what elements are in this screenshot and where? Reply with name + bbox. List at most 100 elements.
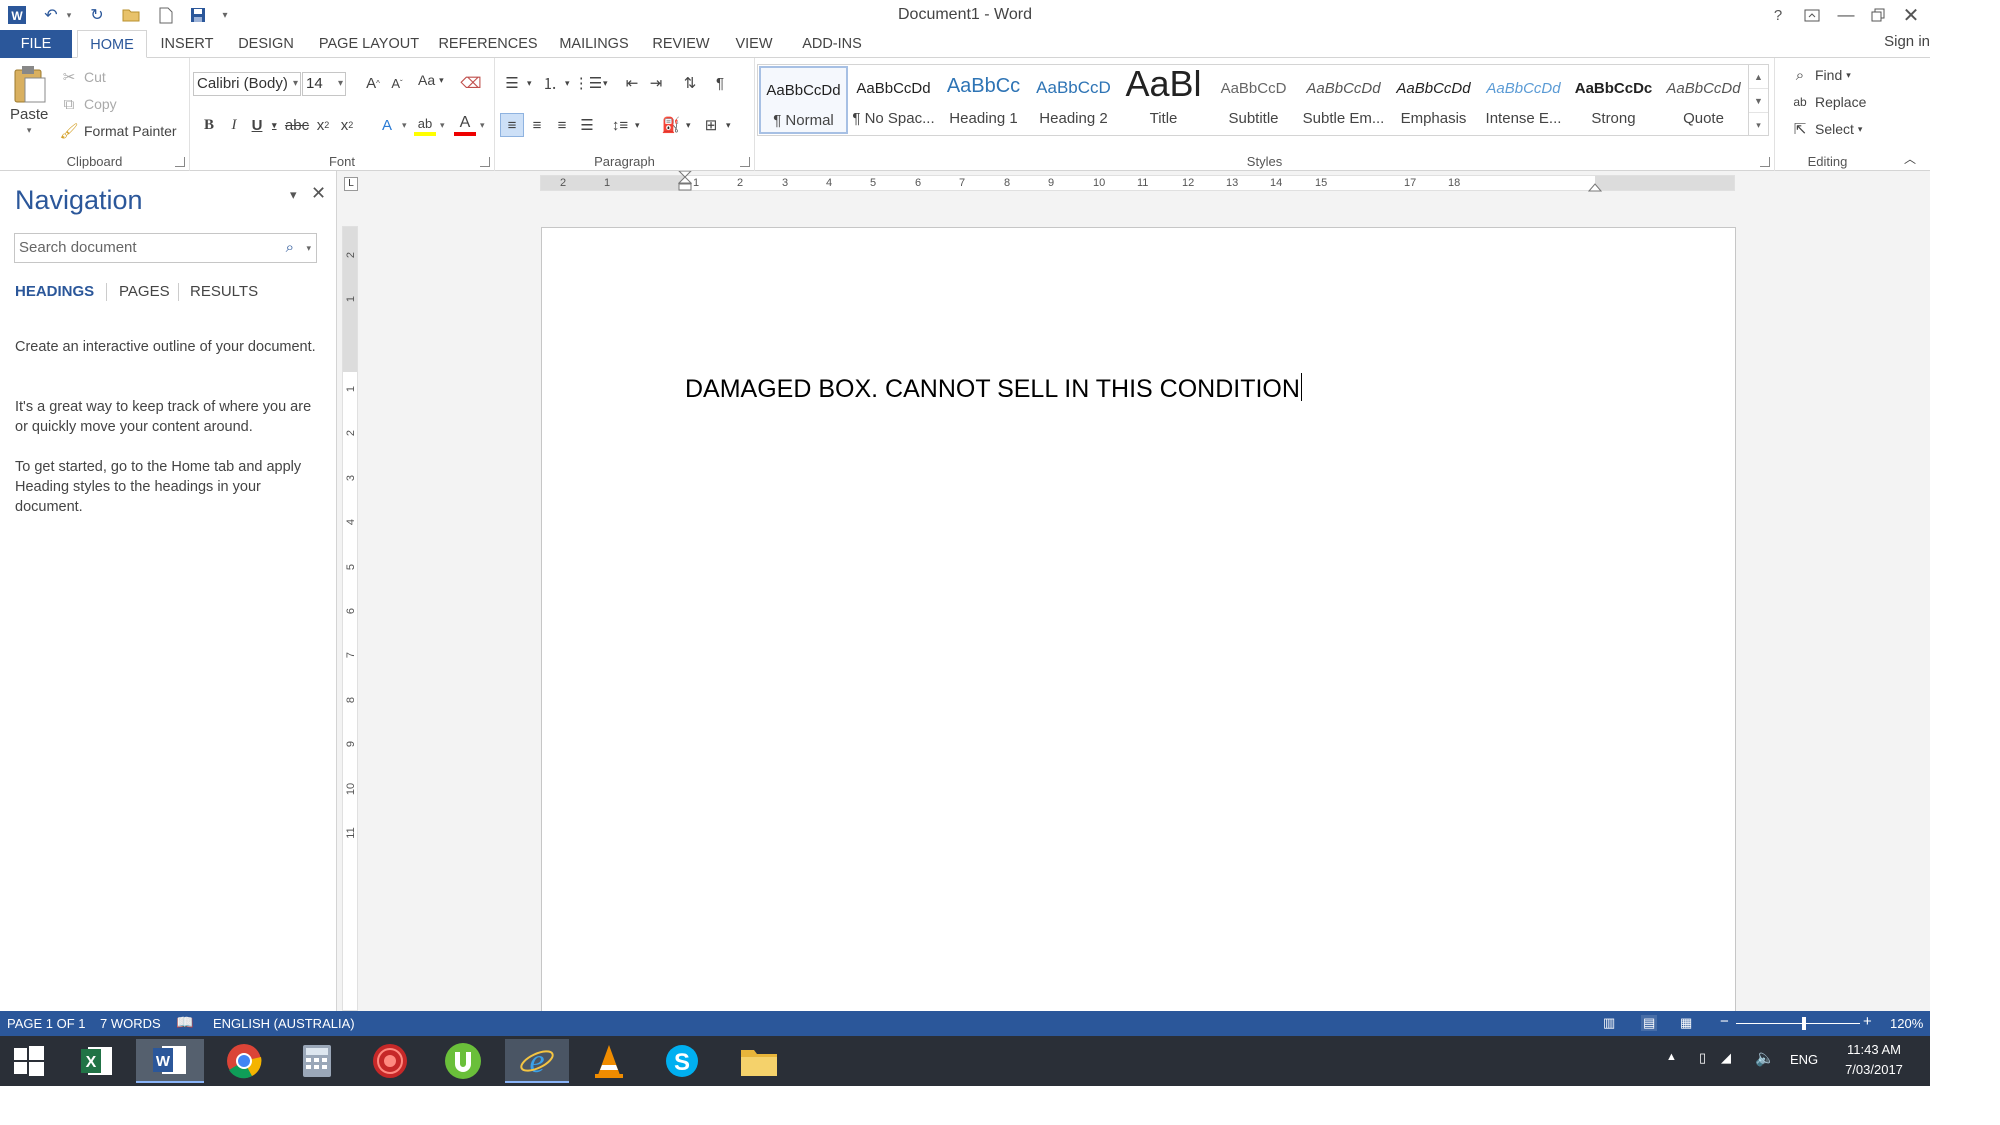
highlight-button[interactable]: ab ▾: [414, 114, 445, 136]
bold-button[interactable]: B: [198, 114, 220, 136]
paste-button[interactable]: Paste ▾: [10, 64, 48, 136]
nav-tab-pages[interactable]: PAGES: [119, 283, 170, 300]
align-right-button[interactable]: ≡: [551, 114, 573, 136]
help-button[interactable]: ?: [1764, 3, 1792, 27]
volume-icon[interactable]: 🔈: [1755, 1048, 1775, 1068]
cut-button[interactable]: ✂ Cut: [58, 66, 106, 88]
taskbar-chrome[interactable]: [215, 1039, 273, 1083]
horizontal-ruler[interactable]: 2 1 1 2 3 4 5 6 7 8 9 10 11 12 13 14 15 17 18: [540, 171, 1735, 192]
style-heading-1[interactable]: AaBbCc Heading 1: [939, 66, 1028, 134]
pane-options-icon[interactable]: ▾: [290, 187, 297, 203]
styles-dialog-launcher-icon[interactable]: [1760, 157, 1770, 167]
paragraph-dialog-launcher-icon[interactable]: [740, 157, 750, 167]
shrink-font-button[interactable]: Aˇ: [386, 72, 408, 94]
bullets-button[interactable]: ☰ ▾: [501, 72, 531, 94]
font-dialog-launcher-icon[interactable]: [480, 157, 490, 167]
zoom-out-icon[interactable]: −: [1720, 1013, 1729, 1030]
taskbar-excel[interactable]: X: [68, 1039, 126, 1083]
font-family-combo[interactable]: Calibri (Body) ▾: [193, 72, 301, 96]
proofing-icon[interactable]: 📖: [176, 1014, 193, 1031]
gallery-down-icon[interactable]: ▼: [1749, 89, 1768, 113]
battery-icon[interactable]: ▯: [1699, 1050, 1706, 1066]
input-language[interactable]: ENG: [1790, 1052, 1818, 1067]
numbering-button[interactable]: ⒈ ▾: [539, 72, 569, 94]
taskbar-internet-explorer[interactable]: e: [505, 1039, 569, 1083]
sign-in-link[interactable]: Sign in: [1884, 33, 1930, 50]
document-page[interactable]: DAMAGED BOX. CANNOT SELL IN THIS CONDITI…: [541, 227, 1736, 1011]
show-formatting-button[interactable]: ¶: [709, 72, 731, 94]
print-layout-icon[interactable]: ▤: [1641, 1015, 1658, 1031]
align-left-button[interactable]: ≡: [500, 113, 524, 137]
zoom-level[interactable]: 120%: [1890, 1016, 1923, 1031]
find-button[interactable]: ⌕ Find ▾: [1789, 64, 1851, 86]
vertical-ruler[interactable]: 2 1 1 2 3 4 5 6 7 8 9 10 11: [342, 226, 358, 1011]
right-indent-marker-icon[interactable]: [1588, 182, 1602, 192]
search-icon[interactable]: ⌕: [286, 234, 294, 262]
superscript-button[interactable]: x2: [336, 114, 358, 136]
multilevel-list-button[interactable]: ⋮☰ ▾: [574, 72, 608, 94]
language-indicator[interactable]: ENGLISH (AUSTRALIA): [213, 1016, 355, 1031]
grow-font-button[interactable]: A ^: [362, 72, 384, 94]
taskbar-word[interactable]: W: [136, 1039, 204, 1083]
chevron-down-icon[interactable]: ▾: [306, 234, 311, 262]
font-size-combo[interactable]: 14 ▾: [302, 72, 346, 96]
decrease-indent-button[interactable]: ⇤: [621, 72, 643, 94]
change-case-button[interactable]: Aa ▾: [418, 72, 444, 88]
read-mode-icon[interactable]: ▥: [1603, 1015, 1615, 1031]
strikethrough-button[interactable]: abc: [285, 114, 309, 136]
web-layout-icon[interactable]: ▦: [1680, 1015, 1692, 1031]
minimize-icon[interactable]: —: [1832, 3, 1860, 27]
tab-add-ins[interactable]: ADD-INS: [794, 30, 870, 58]
style-quote[interactable]: AaBbCcDd Quote: [1659, 66, 1748, 134]
tab-page-layout[interactable]: PAGE LAYOUT: [314, 30, 424, 58]
taskbar-utorrent[interactable]: [434, 1039, 492, 1083]
page-count[interactable]: PAGE 1 OF 1: [7, 1016, 86, 1031]
clear-formatting-button[interactable]: ⌫: [460, 72, 482, 94]
style-normal[interactable]: AaBbCcDd ¶ Normal: [759, 66, 848, 134]
gallery-up-icon[interactable]: ▲: [1749, 65, 1768, 89]
zoom-slider-thumb[interactable]: [1802, 1017, 1807, 1030]
collapse-ribbon-icon[interactable]: ︿: [1904, 150, 1916, 167]
tab-selector[interactable]: L: [344, 177, 358, 191]
gallery-more-icon[interactable]: ▾: [1749, 113, 1768, 137]
search-document-input[interactable]: Search document ⌕ ▾: [14, 233, 317, 263]
paste-dropdown-icon[interactable]: ▾: [27, 125, 32, 136]
shading-button[interactable]: ⛽ ▾: [660, 114, 691, 136]
document-body-text[interactable]: DAMAGED BOX. CANNOT SELL IN THIS CONDITI…: [685, 373, 1302, 404]
tab-home[interactable]: HOME: [77, 30, 147, 58]
format-painter-button[interactable]: 🖌 Format Painter: [58, 120, 176, 142]
tab-references[interactable]: REFERENCES: [436, 30, 540, 58]
tab-review[interactable]: REVIEW: [648, 30, 714, 58]
style-intense-emphasis[interactable]: AaBbCcDd Intense E...: [1479, 66, 1568, 134]
network-icon[interactable]: ◢: [1721, 1050, 1731, 1066]
indent-marker-icon[interactable]: [678, 171, 692, 198]
zoom-slider[interactable]: [1736, 1023, 1860, 1024]
sort-button[interactable]: ⇅: [679, 72, 701, 94]
subscript-button[interactable]: x2: [312, 114, 334, 136]
clock-date[interactable]: 7/03/2017: [1839, 1062, 1909, 1077]
close-icon[interactable]: ✕: [1897, 3, 1925, 27]
borders-button[interactable]: ⊞ ▾: [700, 114, 731, 136]
italic-button[interactable]: I: [223, 114, 245, 136]
underline-button[interactable]: U ▾: [246, 114, 277, 136]
nav-tab-headings[interactable]: HEADINGS: [15, 283, 94, 300]
taskbar-media-app[interactable]: [361, 1039, 419, 1083]
taskbar-file-explorer[interactable]: [730, 1039, 788, 1083]
align-center-button[interactable]: ≡: [526, 114, 548, 136]
ribbon-display-options-icon[interactable]: [1798, 3, 1826, 27]
justify-button[interactable]: ☰: [576, 114, 598, 136]
style-subtitle[interactable]: AaBbCcD Subtitle: [1209, 66, 1298, 134]
clock-time[interactable]: 11:43 AM: [1839, 1042, 1909, 1057]
taskbar-skype[interactable]: S: [653, 1039, 711, 1083]
style-subtle-emphasis[interactable]: AaBbCcDd Subtle Em...: [1299, 66, 1388, 134]
taskbar-vlc[interactable]: [580, 1039, 638, 1083]
select-button[interactable]: ⇱ Select ▾: [1789, 118, 1863, 140]
tray-overflow-icon[interactable]: ▲: [1666, 1051, 1677, 1063]
style-heading-2[interactable]: AaBbCcD Heading 2: [1029, 66, 1118, 134]
nav-tab-results[interactable]: RESULTS: [190, 283, 258, 300]
restore-icon[interactable]: [1864, 3, 1892, 27]
line-spacing-button[interactable]: ↕≡ ▾: [609, 114, 640, 136]
style-emphasis[interactable]: AaBbCcDd Emphasis: [1389, 66, 1478, 134]
increase-indent-button[interactable]: ⇥: [645, 72, 667, 94]
style-no-spacing[interactable]: AaBbCcDd ¶ No Spac...: [849, 66, 938, 134]
